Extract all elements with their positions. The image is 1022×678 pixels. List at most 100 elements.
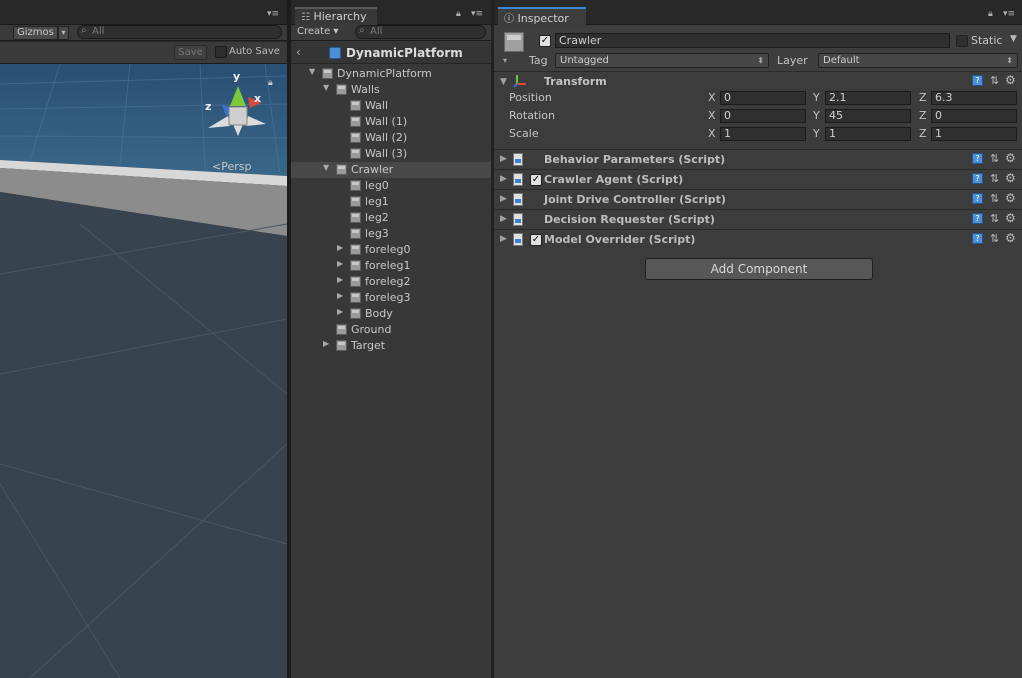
- gameobject-cube-icon: [350, 260, 361, 271]
- help-book-icon[interactable]: ?: [972, 75, 983, 86]
- tab-inspector[interactable]: ⓘ Inspector: [498, 7, 586, 25]
- layer-dropdown[interactable]: Default ⬍: [818, 53, 1018, 68]
- hierarchy-item-label: Target: [351, 339, 386, 352]
- gear-icon[interactable]: ⚙: [1005, 231, 1016, 245]
- scale-z-field[interactable]: 1: [931, 127, 1017, 141]
- preset-sliders-icon[interactable]: ⇅: [990, 192, 999, 205]
- hierarchy-item[interactable]: leg1: [291, 194, 491, 210]
- collapse-arrow-icon[interactable]: ▶: [337, 259, 347, 268]
- help-book-icon[interactable]: ?: [972, 193, 983, 204]
- rotation-y-field[interactable]: 45: [825, 109, 911, 123]
- static-dropdown-icon[interactable]: ▼: [1010, 34, 1017, 44]
- collapse-arrow-icon[interactable]: ▶: [337, 307, 347, 316]
- static-checkbox[interactable]: [956, 35, 968, 47]
- gear-icon[interactable]: ⚙: [1005, 151, 1016, 165]
- gameobject-cube-icon: [350, 116, 361, 127]
- lock-icon[interactable]: 🔒︎: [988, 9, 993, 19]
- hierarchy-item[interactable]: Wall (3): [291, 146, 491, 162]
- component-header[interactable]: ▶ Joint Drive Controller (Script)? ⇅ ⚙: [494, 189, 1022, 209]
- help-book-icon[interactable]: ?: [972, 173, 983, 184]
- preset-sliders-icon[interactable]: ⇅: [990, 212, 999, 225]
- search-icon: ⌕: [359, 25, 365, 36]
- save-button[interactable]: Save: [174, 45, 207, 60]
- collapse-arrow-icon[interactable]: ▶: [337, 243, 347, 252]
- hierarchy-search-placeholder: All: [370, 26, 383, 37]
- scene-search-placeholder: All: [92, 26, 105, 37]
- hierarchy-item[interactable]: Wall (1): [291, 114, 491, 130]
- back-arrow-icon[interactable]: ‹: [296, 45, 301, 59]
- expand-arrow-icon[interactable]: ▼: [323, 83, 333, 92]
- preset-sliders-icon[interactable]: ⇅: [990, 74, 999, 87]
- hierarchy-item[interactable]: ▶ Body: [291, 306, 491, 322]
- rotation-x-field[interactable]: 0: [720, 109, 806, 123]
- collapse-arrow-icon[interactable]: ▶: [323, 339, 333, 348]
- axis-y-label: Y: [813, 109, 820, 122]
- position-z-field[interactable]: 6.3: [931, 91, 1017, 105]
- hierarchy-item[interactable]: ▶ foreleg0: [291, 242, 491, 258]
- scene-viewport[interactable]: y z x 🔒︎ <Persp: [0, 64, 287, 678]
- hierarchy-item[interactable]: Wall (2): [291, 130, 491, 146]
- component-header[interactable]: ▶ ✓ Model Overrider (Script)? ⇅ ⚙: [494, 229, 1022, 249]
- component-header[interactable]: ▶ Behavior Parameters (Script)? ⇅ ⚙: [494, 149, 1022, 169]
- help-book-icon[interactable]: ?: [972, 233, 983, 244]
- hierarchy-item[interactable]: leg2: [291, 210, 491, 226]
- lock-icon[interactable]: 🔒︎: [268, 78, 273, 88]
- help-book-icon[interactable]: ?: [972, 213, 983, 224]
- help-book-icon[interactable]: ?: [972, 153, 983, 164]
- preset-sliders-icon[interactable]: ⇅: [990, 152, 999, 165]
- lock-icon[interactable]: 🔒︎: [456, 9, 461, 19]
- tab-hierarchy[interactable]: ☷ Hierarchy: [295, 7, 377, 25]
- gear-icon[interactable]: ⚙: [1005, 211, 1016, 225]
- fold-arrow-icon[interactable]: ▶: [500, 174, 507, 184]
- panel-menu-icon[interactable]: ▾≡: [1003, 9, 1015, 19]
- hierarchy-search-input[interactable]: ⌕ All: [355, 25, 486, 39]
- gear-icon[interactable]: ⚙: [1005, 191, 1016, 205]
- hierarchy-item[interactable]: leg0: [291, 178, 491, 194]
- tag-dropdown[interactable]: Untagged ⬍: [555, 53, 769, 68]
- fold-arrow-icon[interactable]: ▼: [500, 77, 507, 87]
- active-checkbox[interactable]: ✓: [539, 35, 551, 47]
- preset-sliders-icon[interactable]: ⇅: [990, 232, 999, 245]
- component-header[interactable]: ▶ ✓ Crawler Agent (Script)? ⇅ ⚙: [494, 169, 1022, 189]
- collapse-arrow-icon[interactable]: ▶: [337, 291, 347, 300]
- scene-search-input[interactable]: ⌕ All: [77, 25, 282, 39]
- persp-toggle[interactable]: <Persp: [212, 160, 251, 173]
- expand-arrow-icon[interactable]: ▼: [323, 163, 333, 172]
- hierarchy-item[interactable]: ▼ DynamicPlatform: [291, 66, 491, 82]
- object-name-field[interactable]: Crawler: [555, 33, 950, 48]
- component-header[interactable]: ▶ Decision Requester (Script)? ⇅ ⚙: [494, 209, 1022, 229]
- add-component-button[interactable]: Add Component: [645, 258, 873, 280]
- hierarchy-item[interactable]: ▼ Crawler: [291, 162, 491, 178]
- fold-arrow-icon[interactable]: ▶: [500, 214, 507, 224]
- collapse-arrow-icon[interactable]: ▶: [337, 275, 347, 284]
- icon-dropdown-icon[interactable]: ▾: [503, 56, 507, 65]
- autosave-checkbox[interactable]: [215, 46, 227, 58]
- hierarchy-item[interactable]: ▼ Walls: [291, 82, 491, 98]
- hierarchy-item[interactable]: Wall: [291, 98, 491, 114]
- fold-arrow-icon[interactable]: ▶: [500, 194, 507, 204]
- gear-icon[interactable]: ⚙: [1005, 73, 1016, 87]
- gear-icon[interactable]: ⚙: [1005, 171, 1016, 185]
- hierarchy-item[interactable]: ▶ foreleg3: [291, 290, 491, 306]
- component-enabled-checkbox[interactable]: ✓: [530, 234, 542, 246]
- fold-arrow-icon[interactable]: ▶: [500, 154, 507, 164]
- gizmos-button[interactable]: Gizmos: [13, 26, 58, 40]
- create-button[interactable]: Create ▾: [297, 26, 338, 37]
- hierarchy-item[interactable]: ▶ Target: [291, 338, 491, 354]
- gizmos-dropdown-icon[interactable]: ▾: [58, 26, 69, 40]
- hierarchy-item[interactable]: ▶ foreleg1: [291, 258, 491, 274]
- hierarchy-item[interactable]: leg3: [291, 226, 491, 242]
- expand-arrow-icon[interactable]: ▼: [309, 67, 319, 76]
- hierarchy-item[interactable]: Ground: [291, 322, 491, 338]
- preset-sliders-icon[interactable]: ⇅: [990, 172, 999, 185]
- fold-arrow-icon[interactable]: ▶: [500, 234, 507, 244]
- scale-y-field[interactable]: 1: [825, 127, 911, 141]
- position-x-field[interactable]: 0: [720, 91, 806, 105]
- position-y-field[interactable]: 2.1: [825, 91, 911, 105]
- scale-x-field[interactable]: 1: [720, 127, 806, 141]
- panel-menu-icon[interactable]: ▾≡: [267, 9, 279, 19]
- rotation-z-field[interactable]: 0: [931, 109, 1017, 123]
- component-enabled-checkbox[interactable]: ✓: [530, 174, 542, 186]
- panel-menu-icon[interactable]: ▾≡: [471, 9, 483, 19]
- hierarchy-item[interactable]: ▶ foreleg2: [291, 274, 491, 290]
